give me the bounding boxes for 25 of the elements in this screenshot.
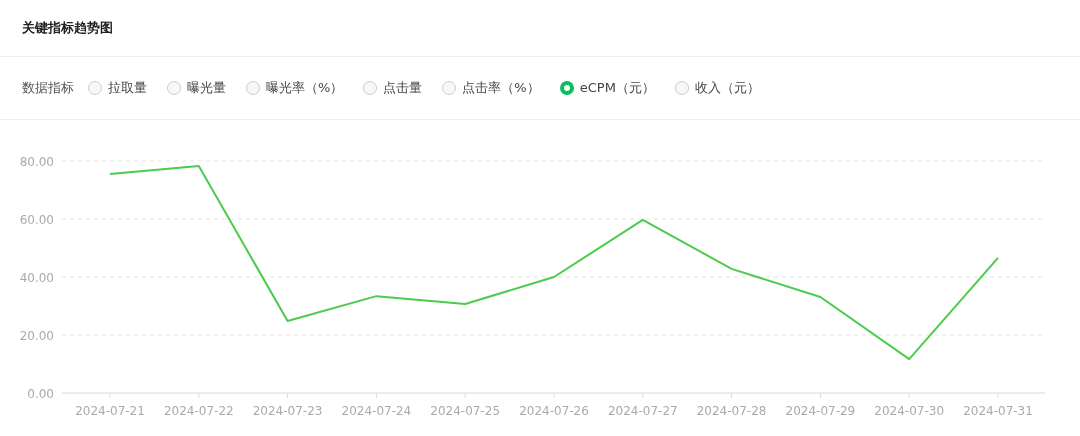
x-tick-label: 2024-07-23 [252,404,323,418]
x-tick-label: 2024-07-27 [607,404,678,418]
x-tick-label: 2024-07-30 [874,404,945,418]
x-tick-label: 2024-07-28 [696,404,767,418]
metric-radio[interactable]: 点击率（%） [442,79,540,97]
x-tick-label: 2024-07-21 [75,404,145,418]
metric-radio[interactable]: 拉取量 [88,79,147,97]
metric-radio[interactable]: 收入（元） [674,79,760,97]
card-title: 关键指标趋势图 [22,19,113,37]
x-tick-label: 2024-07-24 [341,404,412,418]
metric-radio[interactable]: 曝光量 [167,79,226,97]
x-tick-label: 2024-07-25 [430,404,501,418]
metric-radio[interactable]: eCPM（元） [559,79,655,97]
metric-radio[interactable]: 点击量 [363,79,423,97]
x-tick-label: 2024-07-26 [519,404,589,418]
y-tick-label: 40.00 [19,271,54,285]
x-tick-label: 2024-07-31 [963,404,1033,418]
y-tick-label: 0.00 [27,387,54,401]
metric-label: 数据指标 [22,79,74,97]
y-tick-label: 80.00 [19,155,54,169]
y-tick-label: 60.00 [19,213,54,227]
metric-radio[interactable]: 曝光率（%） [246,79,344,97]
x-tick-label: 2024-07-29 [785,404,856,418]
x-tick-label: 2024-07-22 [163,404,234,418]
y-tick-label: 20.00 [19,329,54,343]
